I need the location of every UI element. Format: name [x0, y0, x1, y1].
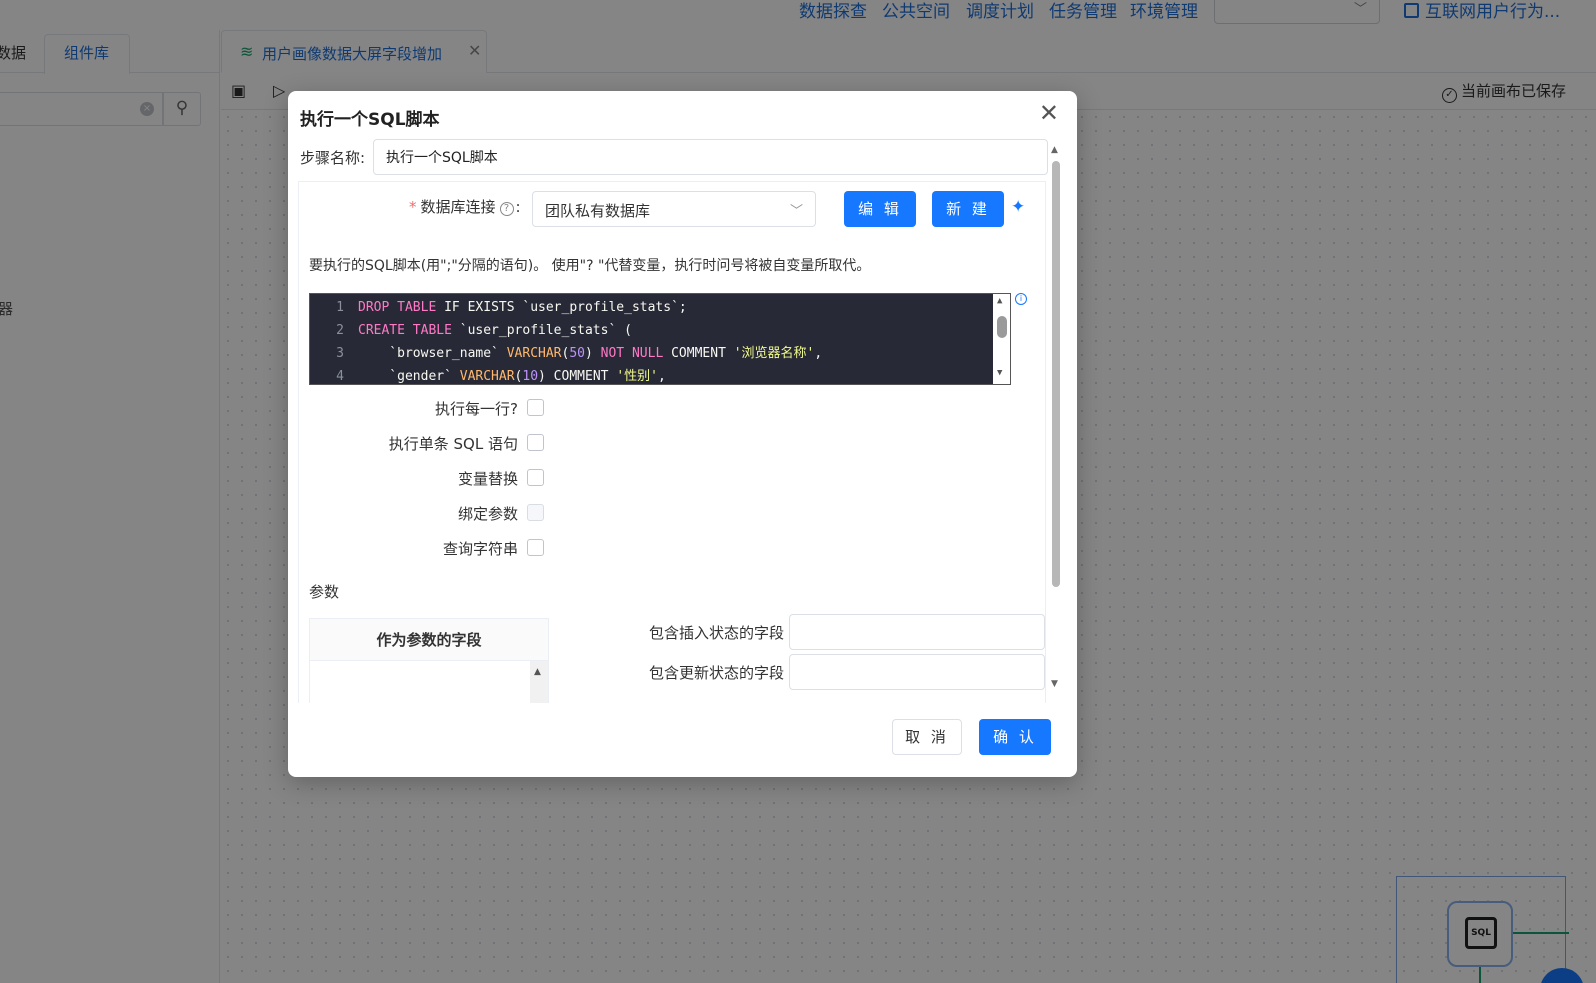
code-token: '性别' — [616, 369, 658, 384]
line-number: 2 — [336, 323, 344, 338]
option-execute-each-row[interactable]: 执行每一行? — [299, 398, 544, 418]
edit-connection-button[interactable]: 编 辑 — [844, 191, 916, 227]
param-fields-table: 作为参数的字段 ▲ — [309, 618, 549, 703]
db-connection-label: * 数据库连接?: — [409, 198, 521, 216]
code-token: ) COMMENT — [538, 369, 617, 384]
option-checkbox[interactable] — [527, 399, 544, 416]
step-name-input[interactable] — [373, 139, 1048, 175]
new-connection-button[interactable]: 新 建 — [932, 191, 1004, 227]
code-token: ) — [585, 346, 601, 361]
line-number: 1 — [336, 300, 344, 315]
param-table-header: 作为参数的字段 — [310, 619, 548, 661]
db-connection-value: 团队私有数据库 — [545, 202, 651, 220]
scroll-up-icon[interactable]: ▲ — [997, 296, 1002, 306]
code-token: CREATE TABLE — [358, 323, 452, 338]
option-variable-substitution[interactable]: 变量替换 — [299, 468, 544, 488]
code-token: 10 — [522, 369, 539, 384]
editor-scrollbar[interactable]: ▲ ▼ — [993, 294, 1010, 384]
cancel-button[interactable]: 取 消 — [892, 719, 962, 755]
insert-status-field-input[interactable] — [789, 614, 1045, 650]
scrollbar-thumb[interactable] — [1052, 161, 1060, 587]
scroll-down-icon[interactable]: ▼ — [1051, 679, 1058, 689]
insert-status-field-row: 包含插入状态的字段 — [619, 614, 1045, 650]
update-status-field-row: 包含更新状态的字段 — [619, 654, 1045, 690]
scrollbar-thumb[interactable] — [997, 316, 1007, 338]
db-connection-select[interactable]: 团队私有数据库 ﹀ — [532, 191, 816, 227]
confirm-button[interactable]: 确 认 — [979, 719, 1051, 755]
option-label: 变量替换 — [457, 470, 518, 488]
table-scrollbar[interactable]: ▲ — [530, 661, 548, 703]
code-token: `user_profile_stats` ( — [451, 323, 632, 338]
code-token: VARCHAR — [459, 369, 515, 384]
code-token: NOT NULL — [600, 346, 664, 361]
params-section-title: 参数 — [309, 583, 340, 601]
sql-code-editor[interactable]: 1 DROP TABLE IF EXISTS `user_profile_stat… — [309, 293, 1011, 385]
option-label: 执行单条 SQL 语句 — [388, 435, 518, 453]
option-single-statement[interactable]: 执行单条 SQL 语句 — [299, 433, 544, 453]
option-checkbox[interactable] — [527, 539, 544, 556]
option-checkbox-disabled — [527, 504, 544, 521]
chevron-down-icon: ﹀ — [789, 204, 803, 219]
update-status-field-label: 包含更新状态的字段 — [648, 664, 784, 682]
code-token: VARCHAR — [506, 346, 562, 361]
required-mark: * — [409, 198, 417, 216]
sql-hint-text: 要执行的SQL脚本(用";"分隔的语句)。 使用"? "代替变量，执行时问号将被… — [309, 258, 871, 274]
db-connection-label-text: 数据库连接 — [420, 198, 496, 216]
info-icon[interactable]: i — [1015, 293, 1027, 305]
code-token: 50 — [569, 346, 585, 361]
sql-script-dialog: 执行一个SQL脚本 ✕ 步骤名称: ▲ ▼ *数据库连接?: 团队私有数据库 ﹀… — [288, 91, 1077, 777]
option-checkbox[interactable] — [527, 469, 544, 486]
code-token: , — [657, 369, 666, 384]
magic-wand-icon[interactable]: ✦ — [1011, 197, 1025, 217]
line-number: 3 — [336, 346, 344, 361]
insert-status-field-label: 包含插入状态的字段 — [648, 624, 784, 642]
option-label: 查询字符串 — [442, 540, 518, 558]
scroll-up-icon[interactable]: ▲ — [1051, 145, 1058, 155]
dialog-form: * 数据库连接?: 团队私有数据库 ﹀ 编 辑 新 建 ✦ 要执行的SQL脚本(用… — [298, 181, 1046, 703]
dialog-scrollbar[interactable]: ▲ ▼ — [1050, 145, 1062, 695]
code-token: `browser_name` — [358, 346, 507, 361]
code-line[interactable]: 2 CREATE TABLE `user_profile_stats` ( — [310, 319, 632, 342]
scroll-up-icon[interactable]: ▲ — [534, 667, 541, 677]
code-token: IF EXISTS `user_profile_stats`; — [436, 300, 687, 315]
code-token: COMMENT — [663, 346, 734, 361]
code-line[interactable]: 4 `gender` VARCHAR(10) COMMENT '性别', — [310, 365, 666, 384]
help-icon[interactable]: ? — [499, 202, 514, 216]
option-label: 执行每一行? — [435, 400, 518, 418]
step-name-label: 步骤名称: — [300, 149, 366, 167]
dialog-title: 执行一个SQL脚本 — [300, 110, 440, 130]
option-checkbox[interactable] — [527, 434, 544, 451]
code-token: DROP TABLE — [358, 300, 437, 315]
close-icon[interactable]: ✕ — [1039, 101, 1059, 125]
code-token: `gender` — [358, 369, 460, 384]
code-token: , — [814, 346, 823, 361]
option-label: 绑定参数 — [457, 505, 518, 523]
update-status-field-input[interactable] — [789, 654, 1045, 690]
code-line[interactable]: 1 DROP TABLE IF EXISTS `user_profile_stat… — [310, 296, 687, 319]
line-number: 4 — [336, 369, 344, 384]
scroll-down-icon[interactable]: ▼ — [997, 368, 1002, 378]
option-bind-parameters: 绑定参数 — [299, 503, 544, 523]
code-line[interactable]: 3 `browser_name` VARCHAR(50) NOT NULL CO… — [310, 342, 822, 365]
code-token: '浏览器名称' — [733, 346, 815, 361]
option-quote-strings[interactable]: 查询字符串 — [299, 538, 544, 558]
